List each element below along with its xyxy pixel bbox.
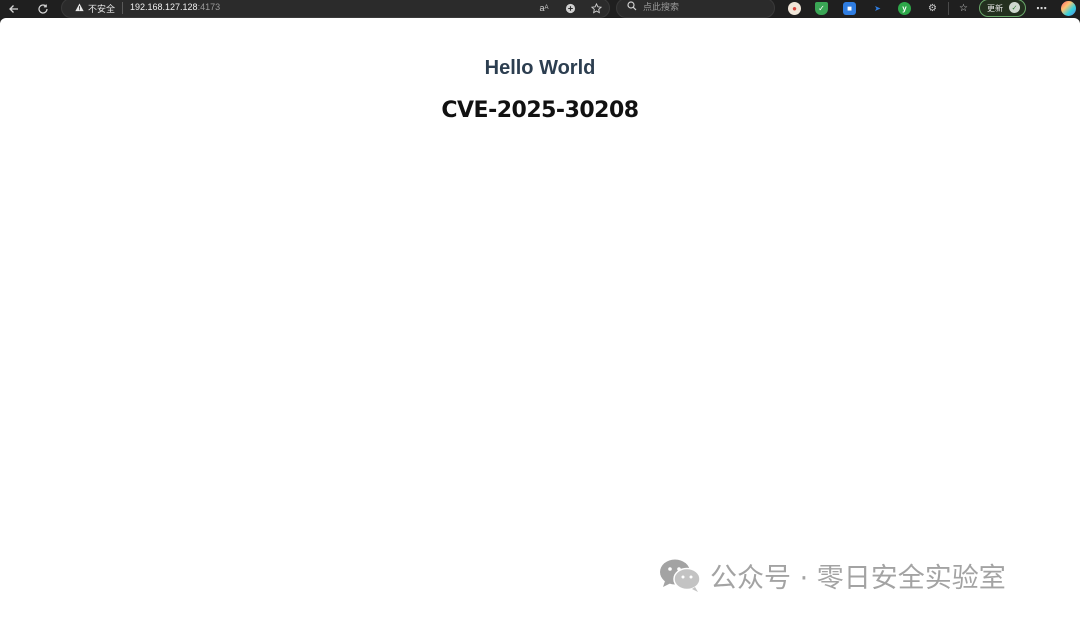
update-label: 更新: [987, 3, 1003, 13]
url-port: :4173: [197, 2, 221, 12]
extension-red-icon[interactable]: ●: [788, 2, 801, 15]
more-menu-icon[interactable]: ⋯: [1035, 2, 1048, 15]
browser-window: 不安全 192.168.127.128:4173 aA ● ✓ ■ ➤ y ⚙ …: [0, 0, 1080, 619]
translate-icon[interactable]: [562, 0, 578, 16]
url-host: 192.168.127.128: [130, 2, 198, 12]
watermark-text: 公众号 · 零日安全实验室: [710, 562, 1006, 594]
star-icon[interactable]: [588, 0, 604, 16]
browser-toolbar: 不安全 192.168.127.128:4173 aA ● ✓ ■ ➤ y ⚙ …: [0, 0, 1080, 18]
warning-triangle-icon[interactable]: [74, 2, 84, 12]
copilot-icon[interactable]: [1061, 1, 1076, 16]
url-text[interactable]: 192.168.127.128:4173: [130, 2, 220, 12]
update-button[interactable]: 更新 ✓: [979, 0, 1026, 17]
security-label[interactable]: 不安全: [88, 2, 115, 15]
extensions-puzzle-icon[interactable]: ⚙: [926, 2, 939, 15]
update-status-icon: ✓: [1009, 2, 1020, 13]
refresh-icon: [38, 4, 48, 14]
cve-heading: CVE-2025-30208: [441, 98, 639, 123]
address-separator: [122, 2, 123, 14]
search-box[interactable]: [616, 0, 775, 18]
favorites-icon[interactable]: ☆: [957, 2, 970, 15]
search-input[interactable]: [643, 1, 763, 15]
arrow-left-icon: [9, 5, 18, 13]
watermark: 公众号 · 零日安全实验室: [658, 555, 1006, 595]
read-aloud-icon[interactable]: aA: [536, 0, 552, 16]
wechat-logo-icon: [660, 559, 701, 592]
extension-shield-icon[interactable]: ✓: [815, 2, 828, 15]
page-heading: Hello World: [484, 57, 596, 79]
extension-green-icon[interactable]: y: [898, 2, 911, 15]
refresh-button[interactable]: [33, 0, 53, 18]
toolbar-divider: [948, 2, 949, 15]
extension-blue-icon[interactable]: ■: [843, 2, 856, 15]
page-content: Hello World CVE-2025-30208 公众号 · 零日安全实验室: [0, 18, 1080, 619]
search-icon: [627, 1, 637, 14]
extension-arrow-icon[interactable]: ➤: [871, 2, 884, 15]
back-button[interactable]: [4, 0, 24, 18]
address-bar[interactable]: 不安全 192.168.127.128:4173 aA: [61, 0, 610, 18]
